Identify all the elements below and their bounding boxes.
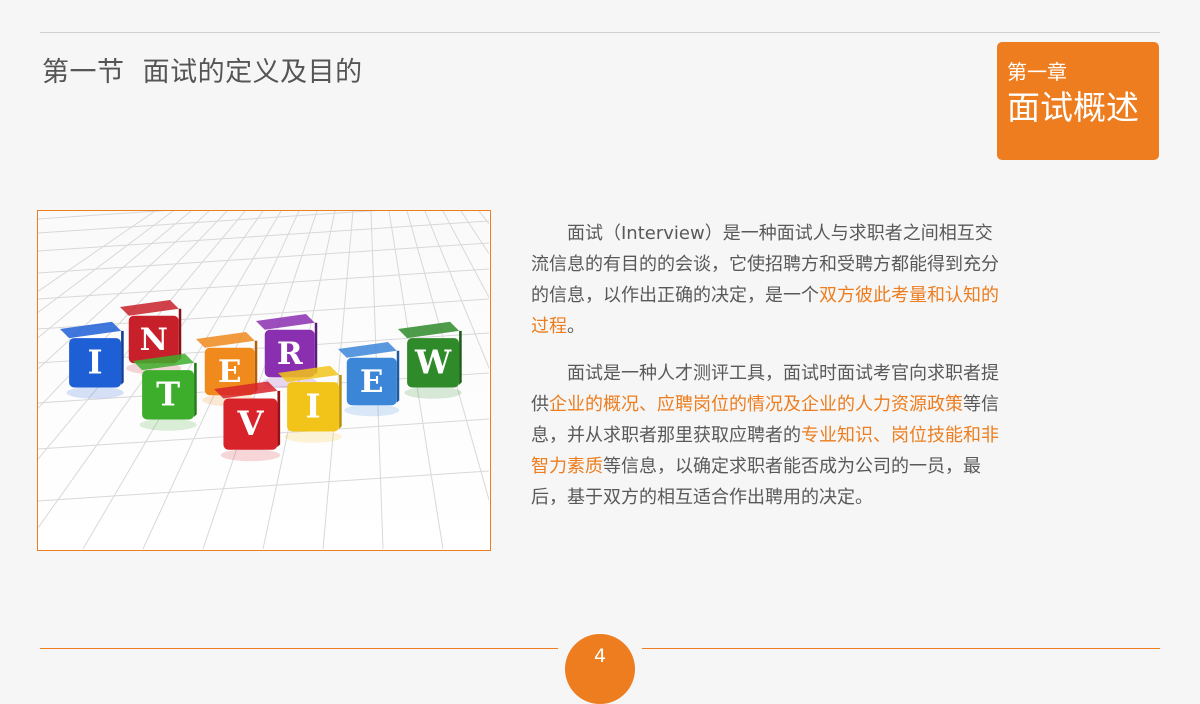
- cube-letter: N: [140, 322, 168, 358]
- chapter-badge: 第一章 面试概述: [997, 42, 1159, 160]
- cube-letter: W: [414, 343, 452, 381]
- page-number: 4: [565, 634, 635, 704]
- cube-letter: I: [88, 343, 103, 381]
- footer-divider-right: [642, 648, 1160, 649]
- page-title: 第一节 面试的定义及目的: [42, 57, 363, 88]
- cube-letter: E: [218, 354, 242, 390]
- interview-cubes-image: INTERVIEW: [37, 210, 491, 551]
- footer-divider-left: [40, 648, 558, 649]
- cube-letter: E: [360, 364, 384, 400]
- top-divider: [40, 32, 1160, 33]
- paragraph-purpose: 面试是一种人才测评工具，面试时面试考官向求职者提供企业的概况、应聘岗位的情况及企…: [531, 358, 1001, 513]
- cube-letter: V: [236, 404, 264, 443]
- chapter-title: 面试概述: [1007, 88, 1139, 127]
- cube-letter: I: [306, 387, 321, 425]
- cube-letter: T: [156, 375, 180, 413]
- cube-letter: R: [277, 336, 303, 372]
- cubes-illustration: INTE RV IEW: [38, 211, 489, 549]
- chapter-label: 第一章: [1007, 60, 1067, 84]
- paragraph-definition: 面试（Interview）是一种面试人与求职者之间相互交流信息的有目的的会谈，它…: [531, 218, 1001, 342]
- paragraph-text: 。: [567, 316, 585, 337]
- body-text: 面试（Interview）是一种面试人与求职者之间相互交流信息的有目的的会谈，它…: [531, 218, 1001, 529]
- highlighted-text: 企业的概况、应聘岗位的情况及企业的人力资源政策: [549, 394, 963, 415]
